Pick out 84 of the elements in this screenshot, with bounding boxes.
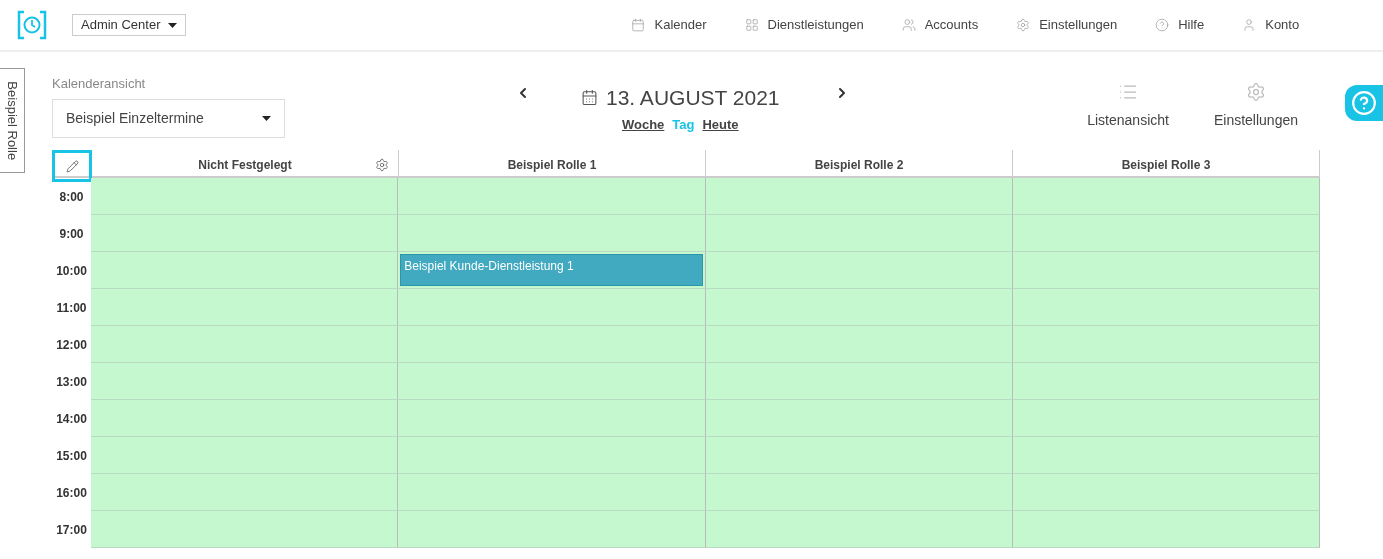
nav-link[interactable]: Hilfe <box>1155 15 1205 35</box>
calendar-slot[interactable] <box>1012 400 1320 437</box>
column-header: Nicht Festgelegt <box>198 157 292 174</box>
calendar-slot[interactable] <box>1012 178 1320 215</box>
calendar-slot[interactable] <box>91 511 399 548</box>
calendar-slot[interactable] <box>91 289 399 326</box>
settings-icon[interactable] <box>375 158 389 172</box>
nav-link[interactable]: Accounts <box>901 15 979 35</box>
app-switch-dropdown[interactable]: Admin Center <box>72 14 187 36</box>
calendar-slot[interactable] <box>705 178 1013 215</box>
pencil-icon <box>65 159 79 173</box>
calendar-slot[interactable] <box>1012 326 1320 363</box>
caret-icon <box>262 115 271 121</box>
nav-link[interactable]: Kalender <box>631 15 707 35</box>
calendar-slot[interactable] <box>705 400 1013 437</box>
current-date: 13. AUGUST 2021 <box>606 85 780 111</box>
view-mode-link[interactable]: Woche <box>621 114 665 134</box>
caret-icon <box>168 22 178 28</box>
column-header: Beispiel Rolle 3 <box>1121 157 1211 174</box>
grid-icon <box>744 18 759 32</box>
calendar-slot[interactable] <box>91 400 399 437</box>
help-button[interactable] <box>1345 85 1383 121</box>
user-icon <box>1242 18 1257 32</box>
calendar-slot[interactable] <box>398 400 706 437</box>
calendar-slot[interactable] <box>705 326 1013 363</box>
calendar-slot[interactable] <box>1012 511 1320 548</box>
calendar-slot[interactable] <box>705 215 1013 252</box>
view-mode-link[interactable]: Heute <box>702 114 739 134</box>
settings-icon <box>1016 18 1031 32</box>
calendar-slot[interactable] <box>91 437 399 474</box>
calendar-slot[interactable] <box>91 474 399 511</box>
calendar-slot[interactable] <box>1012 252 1320 289</box>
view-select-dropdown[interactable]: Beispiel Einzeltermine <box>52 98 285 138</box>
time-label: 8:00 <box>59 188 84 206</box>
calendar-slot[interactable] <box>398 437 706 474</box>
calendar-slot[interactable] <box>398 289 706 326</box>
calendar-slot[interactable] <box>705 363 1013 400</box>
side-tab[interactable]: Beispiel Rolle <box>0 68 25 173</box>
nav-link[interactable]: Dienstleistungen <box>744 15 864 35</box>
calendar-slot[interactable] <box>1012 289 1320 326</box>
calendar-slot[interactable] <box>1012 474 1320 511</box>
time-label: 11:00 <box>56 299 87 317</box>
calendar-slot[interactable] <box>91 326 399 363</box>
field-label: Kalenderansicht <box>52 75 147 93</box>
time-label: 14:00 <box>56 410 87 428</box>
calendar-slot[interactable] <box>91 252 399 289</box>
nav-link[interactable]: Konto <box>1242 15 1300 35</box>
time-label: 10:00 <box>56 262 87 280</box>
time-label: 16:00 <box>56 484 87 502</box>
calendar-slot[interactable] <box>91 178 399 215</box>
settings-icon <box>1245 82 1266 102</box>
calendar-slot[interactable] <box>398 326 706 363</box>
calendar-slot[interactable] <box>705 252 1013 289</box>
toolbar-button[interactable]: Einstellungen <box>1213 82 1298 150</box>
users-icon <box>901 18 916 32</box>
time-label: 9:00 <box>59 225 84 243</box>
calendar-slot[interactable] <box>91 215 399 252</box>
column-header: Beispiel Rolle 1 <box>507 157 597 174</box>
calendar-slot[interactable] <box>1012 363 1320 400</box>
calendar-slot[interactable] <box>705 474 1013 511</box>
time-label: 15:00 <box>56 447 87 465</box>
help-icon <box>1155 18 1170 32</box>
calendar-slot[interactable] <box>398 474 706 511</box>
nav-link[interactable]: Einstellungen <box>1016 15 1118 35</box>
calendar-slot[interactable] <box>398 178 706 215</box>
calendar-slot[interactable] <box>398 511 706 548</box>
calendar-slot[interactable] <box>705 511 1013 548</box>
time-label: 13:00 <box>56 373 87 391</box>
calendar-slot[interactable] <box>398 215 706 252</box>
calendar-slot[interactable] <box>1012 437 1320 474</box>
calendar-slot[interactable] <box>398 363 706 400</box>
calendar-slot[interactable] <box>705 437 1013 474</box>
time-label: 12:00 <box>56 336 87 354</box>
toolbar-button[interactable]: Listenansicht <box>1087 82 1169 150</box>
calendar-slot[interactable] <box>91 363 399 400</box>
column-header: Beispiel Rolle 2 <box>814 157 904 174</box>
calendar-slot[interactable] <box>705 289 1013 326</box>
help-icon <box>1351 90 1377 116</box>
calendar-icon <box>581 89 598 107</box>
calendar-slot[interactable] <box>1012 215 1320 252</box>
time-label: 17:00 <box>56 521 87 539</box>
calendar-icon <box>631 18 646 32</box>
clock-logo-icon <box>17 10 47 40</box>
edit-button[interactable] <box>52 150 92 182</box>
